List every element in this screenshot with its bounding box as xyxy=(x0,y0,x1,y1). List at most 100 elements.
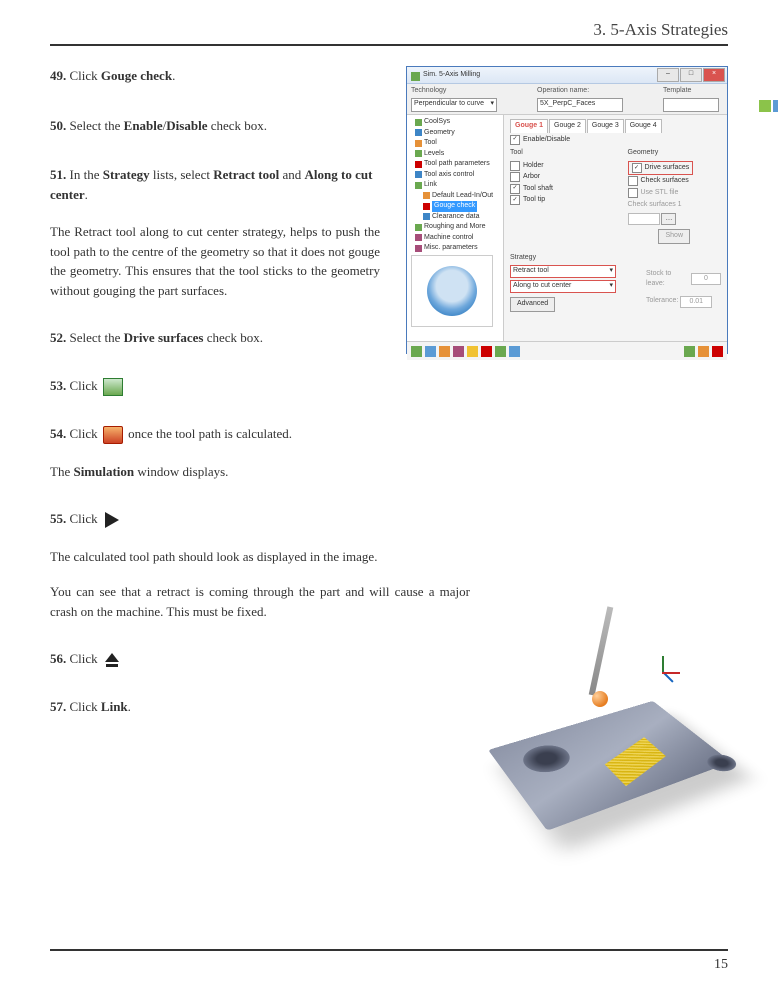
simulate-icon xyxy=(103,426,123,444)
step-50: 50. Select the Enable/Disable check box. xyxy=(50,116,380,136)
tab-gouge3[interactable]: Gouge 3 xyxy=(587,119,624,133)
dialog-titlebar: Sim. 5-Axis Milling – □ × xyxy=(407,67,727,84)
ft-icon[interactable] xyxy=(509,346,520,357)
toolbar-icons xyxy=(759,86,778,112)
advanced-btn[interactable]: Advanced xyxy=(510,297,555,312)
tree-item[interactable]: Link xyxy=(409,180,501,191)
tree-item[interactable]: Tool xyxy=(409,138,501,149)
ft-icon[interactable] xyxy=(495,346,506,357)
tree-item[interactable]: Default Lead-In/Out xyxy=(409,191,501,202)
stock-field[interactable]: 0 xyxy=(691,273,721,285)
tb-icon-1[interactable] xyxy=(759,100,771,112)
browse-btn[interactable]: … xyxy=(661,213,676,226)
page-content: Sim. 5-Axis Milling – □ × Technology Per… xyxy=(50,66,728,716)
toolpath-surface xyxy=(605,737,666,786)
enable-checkbox[interactable] xyxy=(510,135,520,145)
ft-icon[interactable] xyxy=(439,346,450,357)
eject-icon xyxy=(105,653,119,667)
gouge-tabs: Gouge 1 Gouge 2 Gouge 3 Gouge 4 xyxy=(510,119,721,133)
check-surf-chk[interactable] xyxy=(628,176,638,186)
strategy-select-1[interactable]: Retract tool▾ xyxy=(510,265,616,278)
hole-top xyxy=(516,741,578,778)
tech-select[interactable]: Perpendicular to curve▾ xyxy=(411,98,497,112)
part-block xyxy=(488,701,731,831)
min-button[interactable]: – xyxy=(657,68,679,82)
ft-icon[interactable] xyxy=(453,346,464,357)
step-55: 55. Click xyxy=(50,509,728,529)
op-field[interactable]: 5X_PerpC_Faces xyxy=(537,98,623,112)
step-56: 56. Click xyxy=(50,649,470,669)
op-label: Operation name: xyxy=(537,86,623,97)
step-49: 49. Click Gouge check. xyxy=(50,66,380,86)
hole-side xyxy=(702,752,742,775)
tree-item[interactable]: Levels xyxy=(409,149,501,160)
arbor-chk[interactable] xyxy=(510,172,520,182)
dialog-body: CoolSys Geometry Tool Levels Tool path p… xyxy=(407,115,727,341)
geom-group-label: Geometry xyxy=(628,148,722,159)
strategy-label: Strategy xyxy=(510,253,616,264)
para-calc-path: The calculated tool path should look as … xyxy=(50,547,470,567)
drive-surf-chk[interactable] xyxy=(632,163,642,173)
ft-icon[interactable] xyxy=(481,346,492,357)
calculate-icon xyxy=(103,378,123,396)
ft-icon[interactable] xyxy=(712,346,723,357)
ft-icon[interactable] xyxy=(684,346,695,357)
tree-item[interactable]: Tool axis control xyxy=(409,170,501,181)
ft-icon[interactable] xyxy=(467,346,478,357)
tech-label: Technology xyxy=(411,86,497,97)
dialog-toolbar: Technology Perpendicular to curve▾ Opera… xyxy=(407,84,727,115)
tree-item[interactable]: CoolSys xyxy=(409,117,501,128)
para-retract-crash: You can see that a retract is coming thr… xyxy=(50,582,470,621)
tooltip-chk[interactable] xyxy=(510,195,520,205)
page-number: 15 xyxy=(714,957,728,973)
footer-rule xyxy=(50,949,728,951)
holder-chk[interactable] xyxy=(510,161,520,171)
para-sim: The Simulation window displays. xyxy=(50,462,728,482)
axis-indicator xyxy=(648,656,678,686)
step-53: 53. Click xyxy=(50,376,728,396)
dialog-footer xyxy=(407,341,727,360)
close-button[interactable]: × xyxy=(703,68,725,82)
form-pane: Gouge 1 Gouge 2 Gouge 3 Gouge 4 Enable/D… xyxy=(504,115,727,341)
preview-3d xyxy=(411,255,493,327)
max-button[interactable]: □ xyxy=(680,68,702,82)
tool-ball xyxy=(592,691,608,707)
ft-icon[interactable] xyxy=(698,346,709,357)
tab-gouge2[interactable]: Gouge 2 xyxy=(549,119,586,133)
step-57: 57. Click Link. xyxy=(50,697,470,717)
tree-item[interactable]: Machine control xyxy=(409,233,501,244)
check-surf1-field[interactable] xyxy=(628,213,660,225)
tree-item[interactable]: Roughing and More xyxy=(409,222,501,233)
dialog-title: Sim. 5-Axis Milling xyxy=(409,70,480,81)
para-retract: The Retract tool along to cut center str… xyxy=(50,222,380,300)
tab-gouge4[interactable]: Gouge 4 xyxy=(625,119,662,133)
tmpl-label: Template xyxy=(663,86,719,97)
tol-field[interactable]: 0.01 xyxy=(680,296,712,308)
tree-item[interactable]: Geometry xyxy=(409,128,501,139)
use-stl-chk[interactable] xyxy=(628,188,638,198)
enable-label: Enable/Disable xyxy=(523,135,570,146)
tmpl-field[interactable] xyxy=(663,98,719,112)
tree-item[interactable]: Tool path parameters xyxy=(409,159,501,170)
tree-item-selected[interactable]: Gouge check xyxy=(409,201,501,212)
strategy-select-2[interactable]: Along to cut center▾ xyxy=(510,280,616,293)
show-btn[interactable]: Show xyxy=(658,229,690,244)
play-icon xyxy=(105,512,119,528)
tree-item[interactable]: Misc. parameters xyxy=(409,243,501,254)
tb-icon-2[interactable] xyxy=(773,100,778,112)
check-surf1-label: Check surfaces 1 xyxy=(628,200,722,211)
dialog-screenshot: Sim. 5-Axis Milling – □ × Technology Per… xyxy=(406,66,728,354)
tree-item[interactable]: Clearance data xyxy=(409,212,501,223)
step-54: 54. Click once the tool path is calculat… xyxy=(50,424,728,444)
ft-icon[interactable] xyxy=(411,346,422,357)
tab-gouge1[interactable]: Gouge 1 xyxy=(510,119,548,133)
drive-surf-box: Drive surfaces xyxy=(628,161,694,176)
page-header: 3. 5-Axis Strategies xyxy=(50,20,728,46)
toolshaft-chk[interactable] xyxy=(510,184,520,194)
window-buttons: – □ × xyxy=(657,68,725,82)
part-render xyxy=(488,636,748,856)
step-51: 51. In the Strategy lists, select Retrac… xyxy=(50,165,380,204)
ft-icon[interactable] xyxy=(425,346,436,357)
document-page: 3. 5-Axis Strategies Sim. 5-Axis Milling… xyxy=(0,0,778,989)
tool-group-label: Tool xyxy=(510,148,604,159)
